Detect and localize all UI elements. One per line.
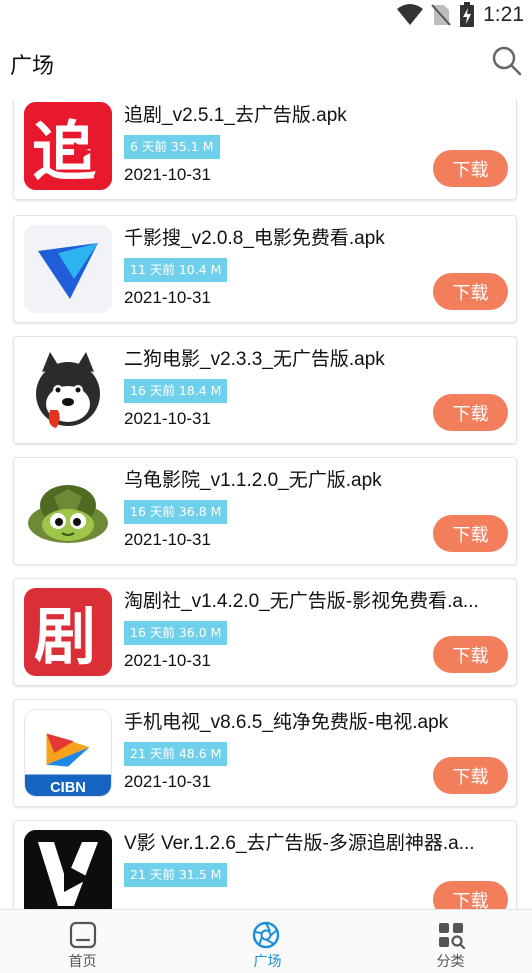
taojushe-app-icon: 剧 [24, 588, 112, 676]
search-icon [492, 46, 522, 76]
qianyingsou-app-icon [24, 225, 112, 313]
app-card[interactable]: 二狗电影_v2.3.3_无广告版.apk 16 天前 18.4 M 2021-1… [13, 336, 517, 444]
home-icon [69, 921, 97, 949]
search-button[interactable] [490, 44, 524, 78]
nav-item-category[interactable]: 分类 [354, 910, 531, 973]
app-meta-badge: 16 天前 18.4 M [124, 379, 228, 403]
app-name: 淘剧社_v1.4.2.0_无广告版-影视免费看.a... [124, 591, 479, 612]
app-name: 二狗电影_v2.3.3_无广告版.apk [124, 349, 385, 370]
download-button[interactable]: 下载 [433, 757, 508, 794]
app-meta-badge: 16 天前 36.0 M [124, 621, 228, 645]
app-meta-badge: 6 天前 35.1 M [124, 135, 220, 159]
nav-label-category: 分类 [436, 954, 465, 970]
page-title: 广场 [10, 54, 55, 79]
turtle-app-icon [24, 467, 112, 555]
bottom-nav: 首页 广场 分类 [0, 909, 532, 973]
status-bar: 1:21 [0, 0, 532, 28]
nav-label-home: 首页 [68, 954, 97, 970]
zhuiju-app-icon: 追 [24, 102, 112, 190]
app-card[interactable]: CIBN 手机电视_v8.6.5_纯净免费版-电视.apk 21 天前 48.6… [13, 699, 517, 807]
app-date: 2021-10-31 [124, 772, 211, 791]
download-button[interactable]: 下载 [433, 881, 508, 909]
app-list[interactable]: 追 追剧_v2.5.1_去广告版.apk 6 天前 35.1 M 2021-10… [0, 100, 532, 909]
download-button[interactable]: 下载 [433, 636, 508, 673]
nav-label-square: 广场 [253, 954, 282, 970]
ergou-dog-app-icon [24, 346, 112, 434]
app-meta-badge: 11 天前 10.4 M [124, 258, 228, 282]
nav-item-home[interactable]: 首页 [0, 910, 177, 973]
app-date: 2021-10-31 [124, 651, 211, 670]
app-meta-badge: 16 天前 36.8 M [124, 500, 228, 524]
wifi-icon [397, 4, 424, 25]
app-name: 追剧_v2.5.1_去广告版.apk [124, 105, 347, 126]
app-card[interactable]: 追 追剧_v2.5.1_去广告版.apk 6 天前 35.1 M 2021-10… [13, 100, 517, 200]
download-button[interactable]: 下载 [433, 515, 508, 552]
taojushe-icon-glyph: 剧 [34, 600, 96, 673]
app-bar: 广场 [0, 28, 532, 100]
nav-item-square[interactable]: 广场 [177, 910, 354, 973]
battery-charging-icon [460, 2, 475, 27]
category-grid-search-icon [439, 923, 466, 950]
app-card[interactable]: 剧 淘剧社_v1.4.2.0_无广告版-影视免费看.a... 16 天前 36.… [13, 578, 517, 686]
app-name: V影 Ver.1.2.6_去广告版-多源追剧神器.a... [124, 833, 475, 854]
download-button[interactable]: 下载 [433, 394, 508, 431]
app-date: 2021-10-31 [124, 288, 211, 307]
app-meta-badge: 21 天前 31.5 M [124, 863, 228, 887]
no-sim-icon [431, 4, 451, 26]
app-name: 乌龟影院_v1.1.2.0_无广版.apk [124, 470, 382, 491]
status-time: 1:21 [483, 3, 524, 26]
app-date: 2021-10-31 [124, 530, 211, 549]
app-card[interactable]: 乌龟影院_v1.1.2.0_无广版.apk 16 天前 36.8 M 2021-… [13, 457, 517, 565]
app-date: 2021-10-31 [124, 409, 211, 428]
aperture-icon [252, 921, 280, 949]
app-date: 2021-10-31 [124, 165, 211, 184]
app-name: 手机电视_v8.6.5_纯净免费版-电视.apk [124, 712, 449, 733]
download-button[interactable]: 下载 [433, 273, 508, 310]
app-card[interactable]: 千影搜_v2.0.8_电影免费看.apk 11 天前 10.4 M 2021-1… [13, 215, 517, 323]
app-meta-badge: 21 天前 48.6 M [124, 742, 228, 766]
app-name: 千影搜_v2.0.8_电影免费看.apk [124, 228, 385, 249]
cibn-logo-text: CIBN [50, 780, 86, 796]
status-icons: 1:21 [397, 2, 524, 28]
cibn-app-icon: CIBN [24, 709, 112, 797]
app-card[interactable]: V影 Ver.1.2.6_去广告版-多源追剧神器.a... 21 天前 31.5… [13, 820, 517, 909]
download-button[interactable]: 下载 [433, 150, 508, 187]
vying-app-icon [24, 830, 112, 909]
